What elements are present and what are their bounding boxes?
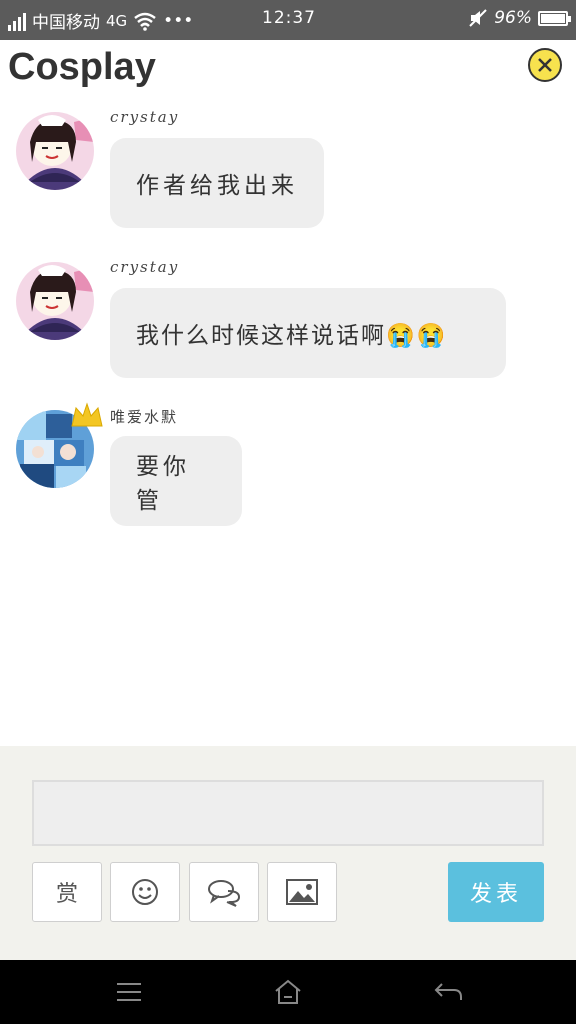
chat-button[interactable]: [189, 862, 259, 922]
chat-icon: [208, 880, 241, 907]
navigation-bar: [0, 960, 576, 1024]
status-time: 12:37: [262, 8, 316, 28]
close-button[interactable]: [528, 48, 562, 82]
page-title: Cosplay: [8, 46, 156, 88]
menu-icon[interactable]: [114, 978, 144, 1006]
image-button[interactable]: [267, 862, 337, 922]
network-label: 4G: [106, 11, 128, 30]
reward-button[interactable]: 赏: [32, 862, 102, 922]
smiley-icon: [132, 879, 158, 905]
back-icon[interactable]: [432, 978, 464, 1006]
more-dots: •••: [163, 10, 194, 31]
username[interactable]: 唯爱水默: [110, 406, 178, 427]
battery-percent: 96%: [494, 8, 532, 28]
send-button[interactable]: 发表: [448, 862, 544, 922]
wifi-icon: [134, 12, 156, 31]
avatar[interactable]: [16, 112, 94, 190]
status-bar: 中国移动 4G ••• 12:37 96%: [0, 0, 576, 40]
mute-icon: [469, 9, 487, 27]
message-bubble: 我什么时候这样说话啊😭😭: [110, 288, 506, 378]
status-right: 96%: [468, 8, 571, 28]
image-icon: [286, 879, 318, 905]
signal-icon: [8, 11, 26, 31]
close-icon: [538, 58, 552, 72]
emoji-button[interactable]: [110, 862, 180, 922]
crown-icon: [71, 402, 103, 427]
avatar[interactable]: [16, 262, 94, 340]
message-bubble: 作者给我出来: [110, 138, 324, 228]
carrier-label: 中国移动: [32, 13, 100, 33]
comment-input[interactable]: [32, 780, 544, 846]
username[interactable]: crystay: [110, 258, 179, 276]
composer-panel: 赏 发表: [0, 746, 576, 960]
message-bubble: 要你管: [110, 436, 242, 526]
username[interactable]: crystay: [110, 108, 179, 126]
home-icon[interactable]: [273, 978, 303, 1006]
status-left: 中国移动 4G •••: [8, 8, 193, 33]
battery-icon: [538, 10, 571, 26]
